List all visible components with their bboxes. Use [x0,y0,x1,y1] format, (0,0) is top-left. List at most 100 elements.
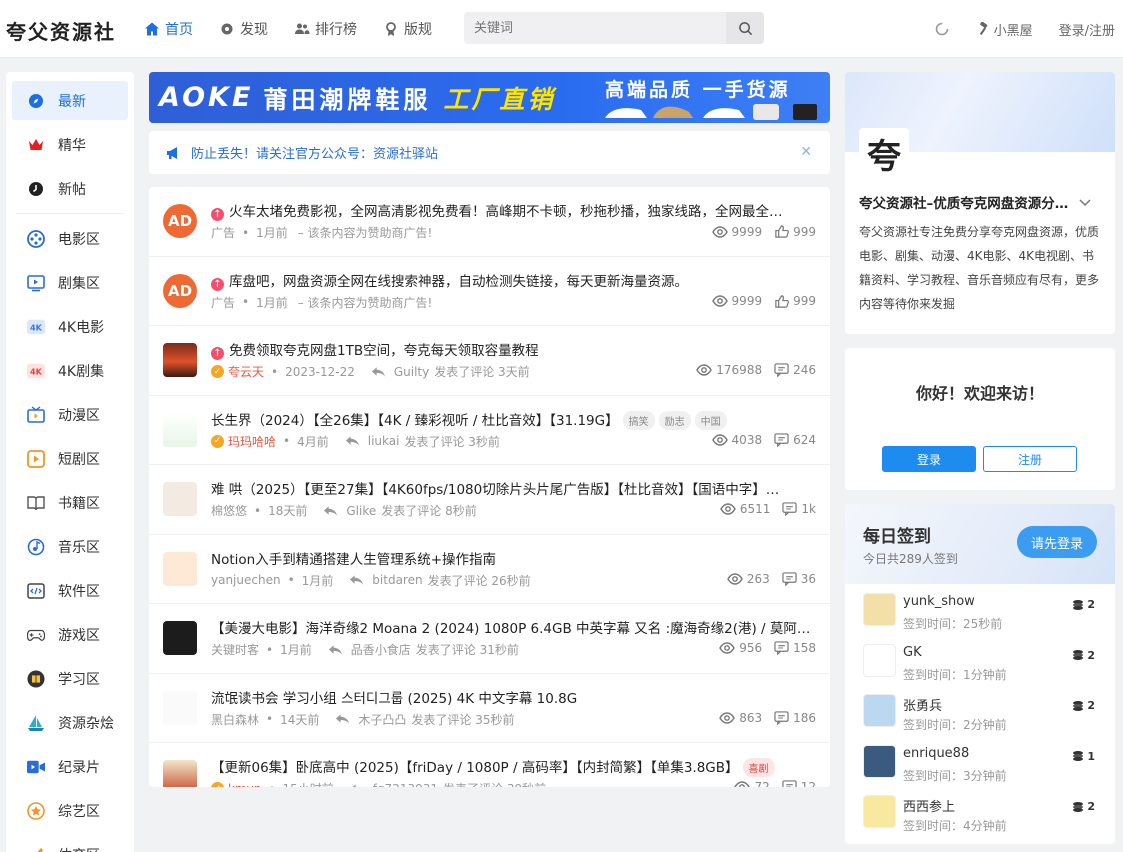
post-author[interactable]: 关键时客 [211,641,259,658]
post-title[interactable]: Notion入手到精通搭建人生管理系统+操作指南 [211,548,811,568]
sidebar-item-13[interactable]: 学习区 [12,659,128,698]
post-title[interactable]: ↑ 火车太堵免费影视，全网高清影视免费看！高峰期不卡顿，秒拖秒播，独家线路，全网最… [211,200,811,221]
post-tag[interactable]: 搞笑 [622,410,655,430]
post-title[interactable]: 难 哄（2025）【更至27集】【4K60fps/1080切除片头片尾广告版】【… [211,478,811,498]
theme-toggle-button[interactable] [934,21,950,37]
post-avatar[interactable] [163,760,197,787]
post-replier[interactable]: Glike [346,504,376,518]
post-author[interactable]: kmyp [228,782,261,788]
sidebar-item-17[interactable]: 体育区 [12,835,128,852]
post-replier[interactable]: Guilty [394,365,429,379]
site-logo[interactable]: 夸父资源社 [6,16,116,45]
checkin-row[interactable]: GK 签到时间：1分钟前 2 [845,635,1115,686]
post-avatar[interactable] [163,551,197,586]
post-avatar[interactable] [163,690,197,725]
post-row[interactable]: AD ↑ 库盘吧，网盘资源全网在线搜索神器，自动检测失链接，每天更新海量资源。广告 •… [149,257,830,326]
post-row[interactable]: 【美漫大电影】海洋奇缘2 Moana 2 (2024) 1080P 6.4GB … [149,604,830,674]
avatar[interactable] [863,694,896,727]
post-tag[interactable]: 励志 [658,410,691,430]
post-author[interactable]: 夸云天 [228,363,264,380]
post-row[interactable]: AD ↑ 火车太堵免费影视，全网高清影视免费看！高峰期不卡顿，秒拖秒播，独家线路，全… [149,187,830,257]
dark-house-link[interactable]: 小黑屋 [976,20,1033,39]
login-button[interactable]: 登录 [882,446,976,472]
post-title[interactable]: 长生界（2024）【全26集】【4K / 臻彩视听 / 杜比音效】【31.19G… [211,409,811,430]
checkin-login-button[interactable]: 请先登录 [1017,526,1097,558]
sail-icon [27,714,45,732]
post-avatar[interactable]: AD [163,273,197,308]
post-avatar[interactable] [163,343,197,377]
checkin-row[interactable]: enrique88 签到时间：3分钟前 1 [845,736,1115,787]
checkin-user[interactable]: GK [903,645,922,660]
search-button[interactable] [726,12,764,44]
ad-banner[interactable]: AOKE 莆田潮牌鞋服 工厂直销 高端品质 一手货源 [149,72,830,123]
checkin-user[interactable]: 张勇兵 [903,695,942,714]
sidebar-item-12[interactable]: 游戏区 [12,615,128,654]
post-row[interactable]: Notion入手到精通搭建人生管理系统+操作指南 yanjuechen • 1月前 bi… [149,535,830,604]
post-author[interactable]: 广告 [211,224,235,241]
nav-ranking[interactable]: 排行榜 [294,19,357,39]
close-icon[interactable]: ✕ [800,144,812,160]
post-title[interactable]: 流氓读书会 学习小组 스터디그룹 (2025) 4K 中文字幕 10.8G [211,687,811,707]
nav-discover[interactable]: 发现 [219,19,268,39]
post-tag[interactable]: 喜剧 [742,758,775,777]
post-row[interactable]: ↑ 免费领取夸克网盘1TB空间，夸克每天领取容量教程 ✓ 夸云天 • 2023-12-22… [149,326,830,396]
post-row[interactable]: 流氓读书会 学习小组 스터디그룹 (2025) 4K 中文字幕 10.8G 黑白森… [149,674,830,743]
sidebar-item-14[interactable]: 资源杂烩 [12,703,128,742]
sidebar-item-8[interactable]: 短剧区 [12,439,128,478]
post-title[interactable]: ↑ 免费领取夸克网盘1TB空间，夸克每天领取容量教程 [211,339,811,360]
sidebar-item-3[interactable]: 电影区 [12,219,128,258]
post-row[interactable]: 【更新06集】卧底高中 (2025)【friDay / 1080P / 高码率】… [149,743,830,787]
post-avatar[interactable] [163,482,197,516]
post-replier[interactable]: fg7213931 [373,782,438,788]
post-replier[interactable]: 木子凸凸 [358,711,406,728]
post-replier[interactable]: liukai [368,434,400,448]
register-button[interactable]: 注册 [983,446,1077,472]
sidebar-item-10[interactable]: 音乐区 [12,527,128,566]
checkin-row[interactable]: yunk_show 签到时间：25秒前 2 [845,584,1115,635]
checkin-row[interactable]: 张勇兵 签到时间：2分钟前 2 [845,685,1115,736]
post-row[interactable]: 长生界（2024）【全26集】【4K / 臻彩视听 / 杜比音效】【31.19G… [149,396,830,465]
post-author[interactable]: 黑白森林 [211,711,259,728]
post-title[interactable]: ↑ 库盘吧，网盘资源全网在线搜索神器，自动检测失链接，每天更新海量资源。 [211,270,811,291]
sidebar-item-label: 4K电影 [58,319,105,336]
sidebar-item-16[interactable]: 综艺区 [12,791,128,830]
checkin-row[interactable]: 西西参上 签到时间：4分钟前 2 [845,786,1115,837]
avatar[interactable] [863,643,896,677]
post-tag[interactable]: 中国 [694,410,727,430]
chevron-down-icon[interactable] [1079,198,1091,208]
post-replier[interactable]: 品香小食店 [351,641,411,658]
avatar[interactable] [863,593,896,626]
nav-rules[interactable]: 版规 [383,19,432,39]
checkin-user[interactable]: yunk_show [903,594,975,609]
sidebar-item-0[interactable]: 最新 [12,81,128,120]
checkin-user[interactable]: 西西参上 [903,796,955,815]
post-author[interactable]: yanjuechen [211,573,281,587]
post-meta: 广告 • 1月前 – 该条内容为赞助商广告! [211,294,433,311]
sidebar-item-6[interactable]: 4K 4K剧集 [12,351,128,390]
post-avatar[interactable] [163,621,197,655]
post-replier[interactable]: bitdaren [372,573,422,587]
sidebar-item-1[interactable]: 精华 [12,125,128,164]
sidebar-item-9[interactable]: 书籍区 [12,483,128,522]
post-avatar[interactable]: AD [163,204,197,238]
post-author[interactable]: 玛玛哈哈 [228,433,276,450]
search-input[interactable] [464,12,726,44]
checkin-user[interactable]: enrique88 [903,746,969,761]
nav-home[interactable]: 首页 [144,19,193,39]
avatar[interactable] [863,795,896,828]
sidebar-item-5[interactable]: 4K 4K电影 [12,307,128,346]
sidebar-item-2[interactable]: 新帖 [12,169,128,208]
post-avatar[interactable] [163,412,197,447]
post-title[interactable]: 【美漫大电影】海洋奇缘2 Moana 2 (2024) 1080P 6.4GB … [211,617,811,637]
post-author[interactable]: 广告 [211,294,235,311]
sidebar-item-11[interactable]: 软件区 [12,571,128,610]
post-title[interactable]: 【更新06集】卧底高中 (2025)【friDay / 1080P / 高码率】… [211,756,811,777]
sidebar-item-7[interactable]: 动漫区 [12,395,128,434]
login-register-link[interactable]: 登录/注册 [1059,20,1115,39]
post-author[interactable]: 棉悠悠 [211,502,247,519]
site-name[interactable]: 夸父资源社–优质夸克网盘资源分… [859,192,1091,212]
sidebar-item-15[interactable]: 纪录片 [12,747,128,786]
post-row[interactable]: 难 哄（2025）【更至27集】【4K60fps/1080切除片头片尾广告版】【… [149,465,830,535]
avatar[interactable] [863,744,896,778]
sidebar-item-4[interactable]: 剧集区 [12,263,128,302]
